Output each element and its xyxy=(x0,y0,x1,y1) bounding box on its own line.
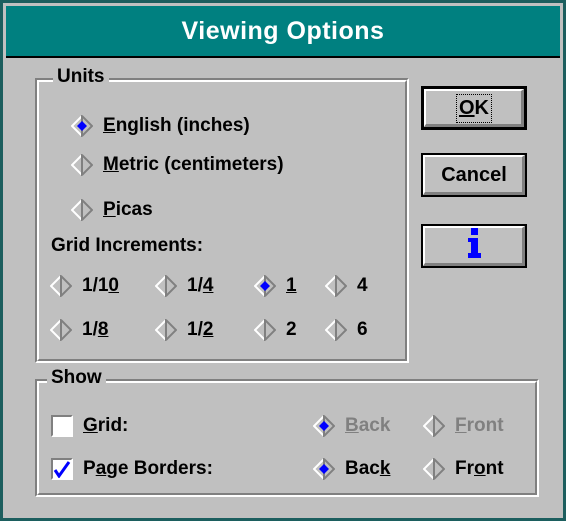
radio-grid-2[interactable]: 2 xyxy=(254,319,297,341)
grid-checkbox[interactable]: Grid: xyxy=(51,415,128,437)
radio-grid-1-10[interactable]: 1/10 xyxy=(50,275,119,297)
radio-diamond-icon xyxy=(313,458,335,480)
radio-grid-1[interactable]: 1 xyxy=(254,275,297,297)
radio-diamond-icon xyxy=(71,154,93,176)
radio-diamond-icon xyxy=(325,319,347,341)
radio-grid-6[interactable]: 6 xyxy=(325,319,368,341)
radio-grid-1-8[interactable]: 1/8 xyxy=(50,319,108,341)
radio-label: 6 xyxy=(357,319,368,340)
cancel-button[interactable]: Cancel xyxy=(421,153,527,197)
radio-grid-4[interactable]: 4 xyxy=(325,275,368,297)
radio-borders-front[interactable]: Front xyxy=(423,458,504,480)
radio-label: Back xyxy=(345,415,391,436)
radio-diamond-icon xyxy=(423,458,445,480)
radio-label: 1/4 xyxy=(187,275,214,296)
radio-label: 1/10 xyxy=(82,275,119,296)
checkbox-box xyxy=(51,415,73,437)
radio-diamond-icon xyxy=(155,275,177,297)
radio-diamond-icon xyxy=(50,319,72,341)
radio-grid-1-2[interactable]: 1/2 xyxy=(155,319,213,341)
radio-grid-1-4[interactable]: 1/4 xyxy=(155,275,213,297)
page-borders-checkbox[interactable]: Page Borders: xyxy=(51,458,213,480)
radio-diamond-icon xyxy=(313,415,335,437)
radio-metric-label: Metric (centimeters) xyxy=(103,154,284,175)
radio-label: 2 xyxy=(286,319,297,340)
radio-diamond-icon xyxy=(325,275,347,297)
grid-increments-label: Grid Increments: xyxy=(51,235,204,256)
radio-label: Front xyxy=(455,415,504,436)
units-legend: Units xyxy=(53,66,109,88)
radio-diamond-icon xyxy=(423,415,445,437)
grid-checkbox-label: Grid: xyxy=(83,415,129,436)
radio-label: 1/8 xyxy=(82,319,109,340)
dialog-title: Viewing Options xyxy=(6,6,560,58)
radio-grid-front[interactable]: Front xyxy=(423,415,504,437)
radio-diamond-icon xyxy=(71,115,93,137)
checkbox-box xyxy=(51,458,73,480)
radio-diamond-icon xyxy=(254,319,276,341)
radio-english-label: English (inches) xyxy=(103,115,250,136)
show-legend: Show xyxy=(47,367,106,389)
ok-button-label: OK xyxy=(455,93,493,123)
viewing-options-dialog: Viewing Options Units English (inches) M… xyxy=(0,0,566,521)
radio-picas[interactable]: Picas xyxy=(71,199,153,221)
radio-english[interactable]: English (inches) xyxy=(71,115,250,137)
radio-diamond-icon xyxy=(50,275,72,297)
cancel-button-label: Cancel xyxy=(441,163,507,186)
ok-button[interactable]: OK xyxy=(421,86,527,130)
info-button[interactable] xyxy=(421,224,527,268)
radio-diamond-icon xyxy=(254,275,276,297)
info-icon xyxy=(467,228,481,264)
radio-label: 1/2 xyxy=(187,319,214,340)
radio-label: Back xyxy=(345,458,391,479)
page-borders-checkbox-label: Page Borders: xyxy=(83,458,213,479)
radio-label: 1 xyxy=(286,275,297,296)
radio-picas-label: Picas xyxy=(103,199,153,220)
radio-borders-back[interactable]: Back xyxy=(313,458,390,480)
radio-diamond-icon xyxy=(71,199,93,221)
radio-grid-back[interactable]: Back xyxy=(313,415,390,437)
radio-metric[interactable]: Metric (centimeters) xyxy=(71,154,284,176)
radio-diamond-icon xyxy=(155,319,177,341)
radio-label: 4 xyxy=(357,275,368,296)
radio-label: Front xyxy=(455,458,504,479)
